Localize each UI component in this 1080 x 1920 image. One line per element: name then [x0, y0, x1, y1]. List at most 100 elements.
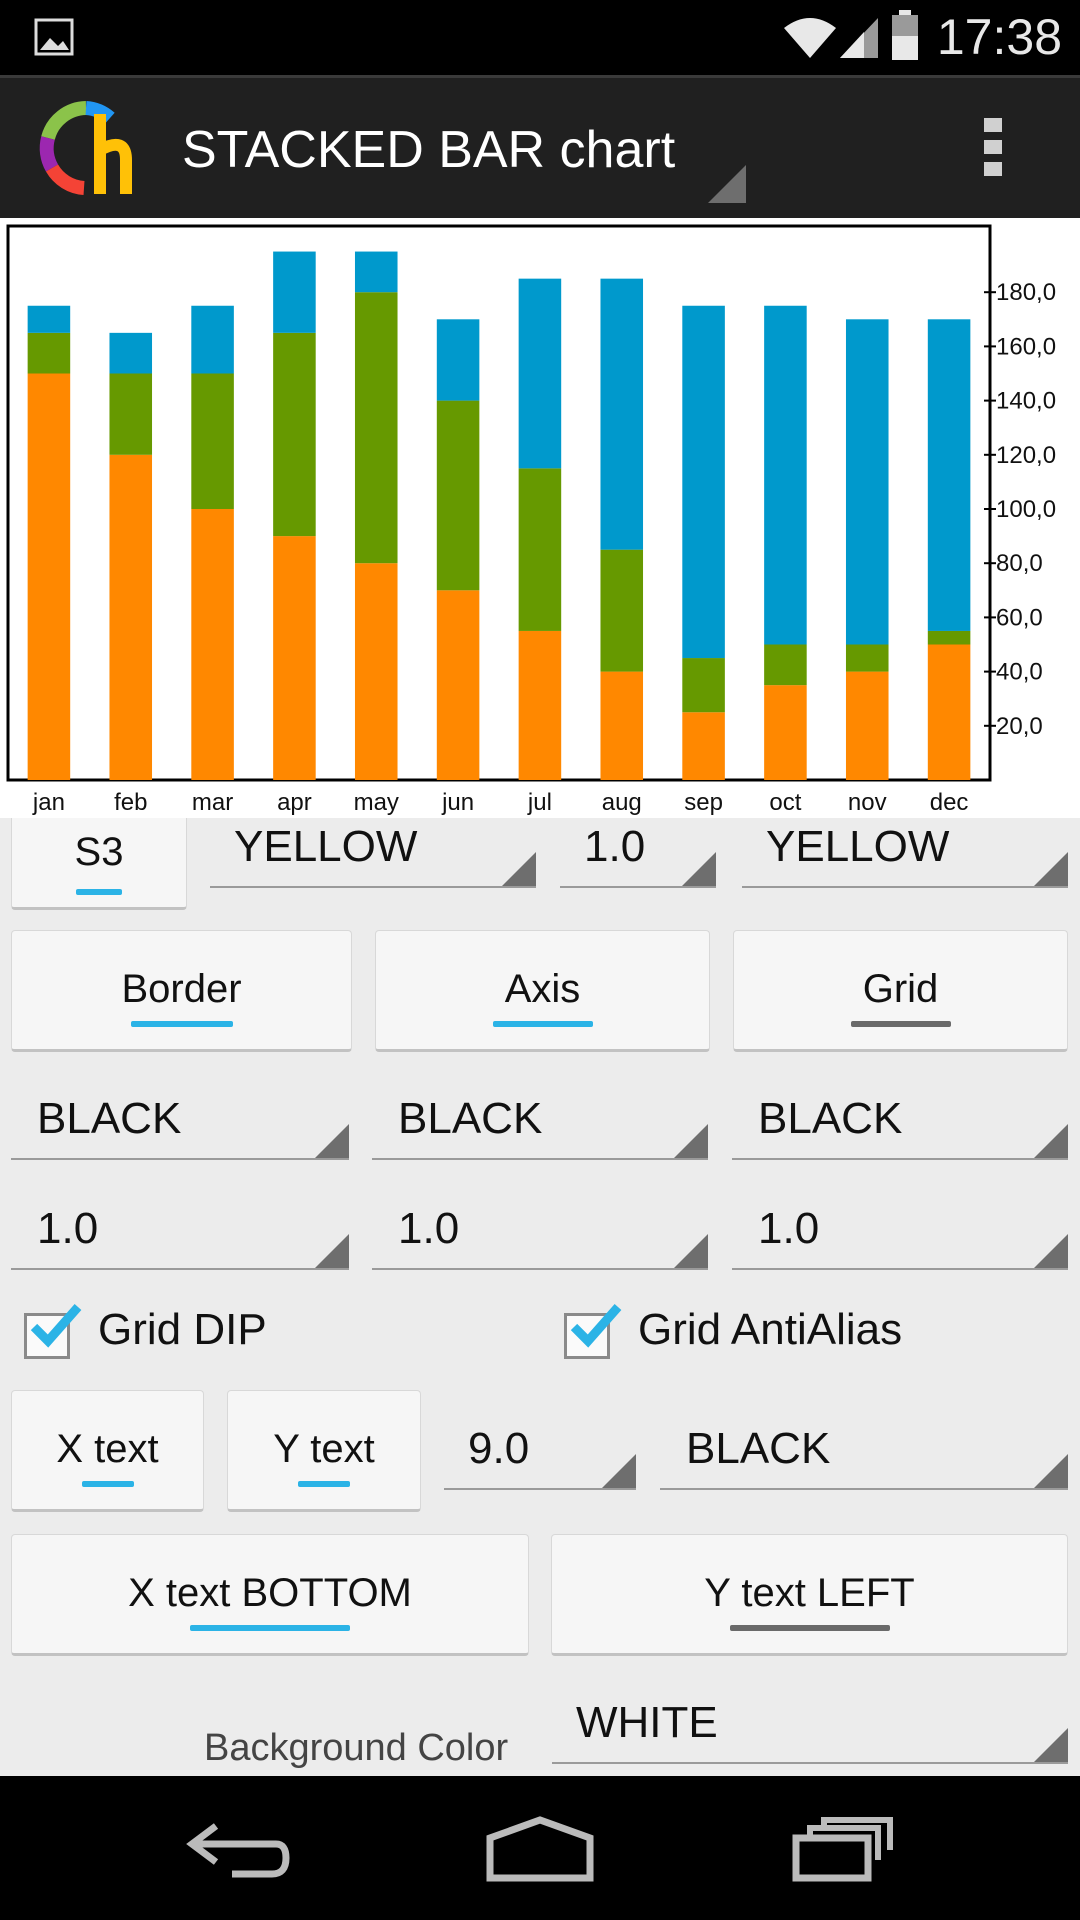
navigation-bar — [0, 1776, 1080, 1920]
x-tick-label: feb — [114, 789, 147, 816]
grid-width-spinner[interactable]: 1.0 — [732, 1200, 1068, 1270]
x-tick-label: jul — [527, 789, 552, 816]
dropdown-arrow-icon — [1034, 1234, 1068, 1268]
background-color-spinner[interactable]: WHITE — [552, 1694, 1068, 1764]
border-color-spinner[interactable]: BLACK — [11, 1090, 349, 1160]
bar-oct-s1 — [764, 685, 807, 780]
checkmark-icon — [570, 1304, 622, 1348]
recent-apps-icon[interactable] — [790, 1816, 896, 1884]
bar-feb-s2 — [109, 373, 153, 455]
dropdown-arrow-icon — [1034, 1454, 1068, 1488]
y-text-toggle-button[interactable]: Y text — [227, 1390, 421, 1512]
axis-indicator — [492, 1021, 593, 1027]
home-icon[interactable] — [484, 1816, 596, 1884]
bar-sep-s1 — [682, 712, 725, 780]
dropdown-arrow-icon — [315, 1234, 349, 1268]
bar-apr-s1 — [273, 536, 316, 780]
dropdown-arrow-icon — [315, 1124, 349, 1158]
grid-toggle-button[interactable]: Grid — [733, 930, 1068, 1052]
x-text-indicator — [81, 1481, 134, 1487]
chart-area: jan feb mar apr may jun jul aug sep oct nov dec 20,0… — [0, 218, 1080, 818]
dropdown-arrow-icon — [1034, 1124, 1068, 1158]
y-tick-label: 140,0 — [996, 388, 1056, 415]
bar-nov-s1 — [845, 671, 889, 780]
y-tick-label: 20,0 — [996, 713, 1043, 740]
overflow-menu-icon[interactable] — [984, 118, 1006, 182]
series-color-spinner[interactable]: YELLOW — [210, 818, 536, 888]
bar-may-s2 — [354, 292, 398, 564]
series-indicator — [76, 889, 122, 895]
dropdown-arrow-icon — [682, 852, 716, 886]
chart-type-spinner[interactable]: STACKED BAR chart — [182, 120, 675, 180]
stacked-bar-chart: jan feb mar apr may jun jul aug sep oct nov dec 20,0… — [6, 224, 1056, 816]
x-text-toggle-button[interactable]: X text — [11, 1390, 204, 1512]
series-width-spinner[interactable]: 1.0 — [560, 818, 716, 888]
y-tick-label: 40,0 — [996, 659, 1043, 686]
bar-nov-s3 — [845, 319, 889, 645]
background-color-label: Background Color — [204, 1727, 509, 1769]
border-indicator — [130, 1021, 233, 1027]
series-color2-spinner[interactable]: YELLOW — [742, 818, 1068, 888]
bar-jun-s3 — [436, 319, 480, 401]
x-position-indicator — [190, 1625, 350, 1631]
series-button[interactable]: S3 — [11, 818, 187, 910]
dropdown-arrow-icon — [674, 1124, 708, 1158]
bar-jun-s2 — [436, 400, 480, 591]
y-tick-label: 120,0 — [996, 442, 1056, 469]
grid-dip-checkbox[interactable]: Grid DIP — [24, 1304, 424, 1365]
grid-color-spinner[interactable]: BLACK — [732, 1090, 1068, 1160]
text-color-spinner[interactable]: BLACK — [660, 1420, 1068, 1490]
bar-sep-s3 — [682, 305, 725, 659]
bar-feb-s1 — [109, 454, 153, 780]
text-size-spinner[interactable]: 9.0 — [444, 1420, 636, 1490]
plot-border — [6, 224, 992, 782]
dropdown-arrow-icon — [1034, 1728, 1068, 1762]
gallery-notification-icon — [34, 18, 74, 56]
bar-feb-s3 — [109, 332, 153, 374]
checkmark-icon — [30, 1304, 82, 1348]
x-tick-label: aug — [602, 789, 642, 816]
dropdown-arrow-icon — [602, 1454, 636, 1488]
app-logo-icon — [39, 101, 132, 195]
bar-jul-s2 — [518, 468, 562, 631]
bar-jan-s2 — [27, 332, 71, 374]
axis-width-spinner[interactable]: 1.0 — [372, 1200, 708, 1270]
x-tick-label: apr — [277, 789, 312, 816]
bar-may-s1 — [354, 563, 398, 780]
y-position-indicator — [729, 1625, 890, 1631]
bar-dec-s3 — [927, 319, 971, 631]
bar-jul-s3 — [518, 278, 562, 469]
y-tick-label: 100,0 — [996, 496, 1056, 523]
x-tick-label: jun — [441, 789, 474, 816]
y-tick-label: 180,0 — [996, 279, 1056, 306]
grid-indicator — [850, 1021, 951, 1027]
clock: 17:38 — [936, 9, 1062, 65]
series-button-label: S3 — [74, 830, 124, 874]
border-width-spinner[interactable]: 1.0 — [11, 1200, 349, 1270]
border-toggle-button[interactable]: Border — [11, 930, 352, 1052]
battery-icon — [892, 10, 918, 60]
back-icon[interactable] — [186, 1820, 292, 1880]
y-text-position-button[interactable]: Y text LEFT — [551, 1534, 1068, 1656]
bar-sep-s2 — [682, 658, 725, 713]
dropdown-arrow-icon — [1034, 852, 1068, 886]
axis-toggle-button[interactable]: Axis — [375, 930, 710, 1052]
x-text-position-button[interactable]: X text BOTTOM — [11, 1534, 529, 1656]
bar-aug-s3 — [600, 278, 644, 550]
bar-mar-s2 — [191, 373, 234, 509]
y-tick-label: 80,0 — [996, 550, 1043, 577]
bar-jun-s1 — [436, 590, 480, 780]
wifi-icon — [784, 18, 836, 58]
bar-aug-s1 — [600, 671, 644, 780]
bar-oct-s2 — [764, 644, 807, 686]
dropdown-arrow-icon — [674, 1234, 708, 1268]
bar-jul-s1 — [518, 630, 562, 780]
bar-apr-s3 — [273, 251, 316, 333]
spinner-arrow-icon — [708, 165, 746, 203]
axis-color-spinner[interactable]: BLACK — [372, 1090, 708, 1160]
bar-mar-s1 — [191, 509, 234, 780]
x-tick-label: mar — [192, 789, 233, 816]
x-tick-label: sep — [684, 789, 723, 816]
x-tick-label: jan — [32, 789, 65, 816]
grid-antialias-checkbox[interactable]: Grid AntiAlias — [564, 1304, 1024, 1365]
